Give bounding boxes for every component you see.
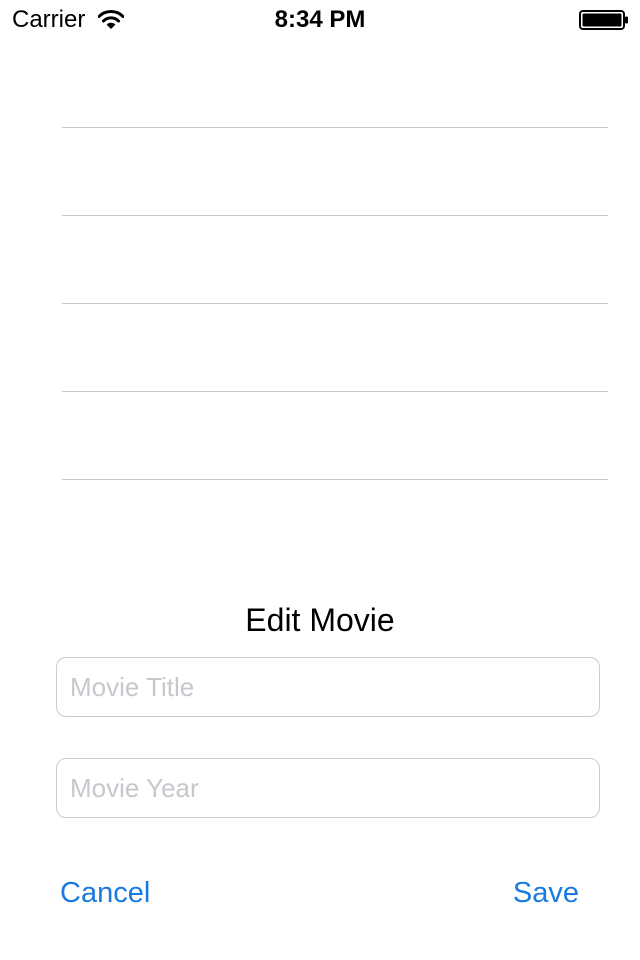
edit-movie-title: Edit Movie xyxy=(245,602,395,638)
table-row[interactable] xyxy=(62,392,608,480)
movie-table[interactable] xyxy=(0,40,640,520)
battery-icon xyxy=(579,10,628,30)
table-row[interactable] xyxy=(62,40,608,128)
save-button[interactable]: Save xyxy=(513,870,579,916)
table-row[interactable] xyxy=(62,216,608,304)
movie-year-input[interactable] xyxy=(56,758,600,818)
edit-movie-screen: Carrier 8:34 PM Edit Movie Cancel Save xyxy=(0,0,640,960)
table-row[interactable] xyxy=(62,304,608,392)
cancel-button[interactable]: Cancel xyxy=(60,870,150,916)
table-row[interactable] xyxy=(62,128,608,216)
status-bar: Carrier 8:34 PM xyxy=(0,0,640,40)
movie-title-input[interactable] xyxy=(56,657,600,717)
status-time: 8:34 PM xyxy=(274,6,366,33)
